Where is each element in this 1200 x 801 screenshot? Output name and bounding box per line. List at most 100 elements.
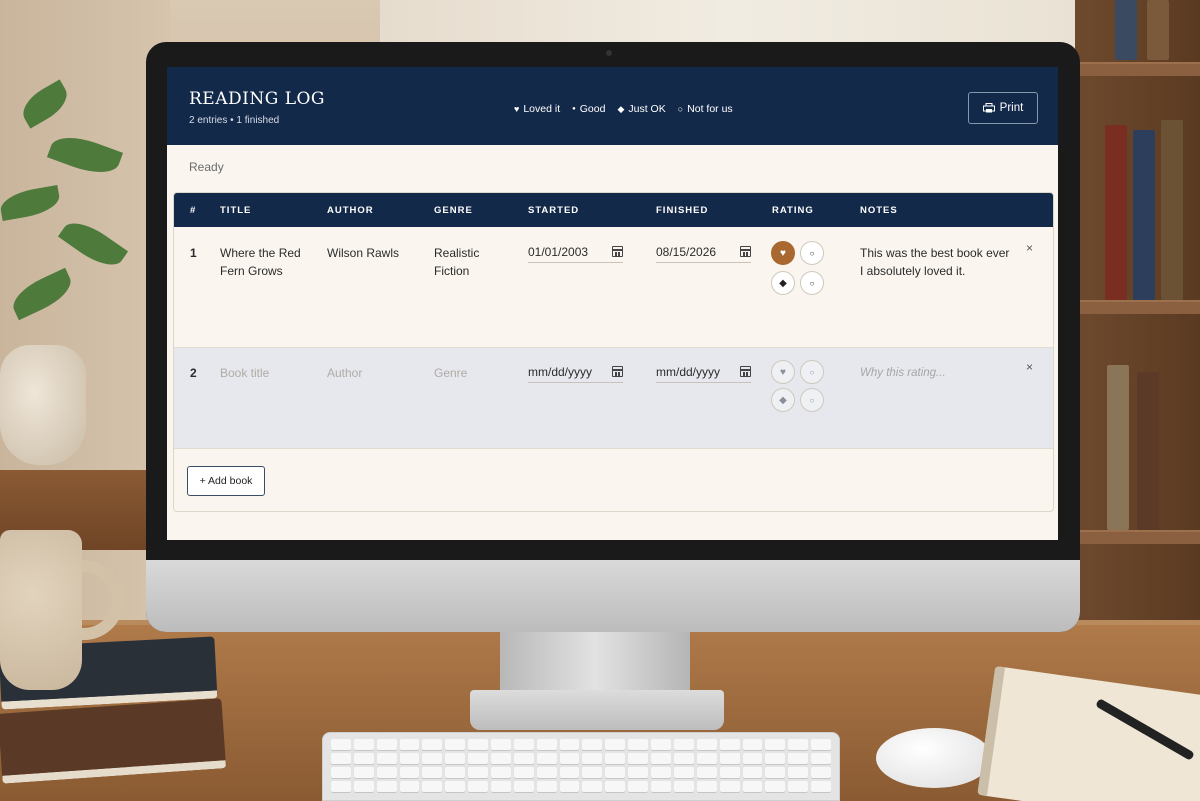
legend-item-loved: ♥ Loved it xyxy=(514,103,560,115)
keyboard-key xyxy=(513,767,534,778)
keyboard-key xyxy=(353,753,374,764)
keyboard-key xyxy=(513,753,534,764)
author-field[interactable]: Author xyxy=(327,364,362,382)
rating-not-for-us-button[interactable]: ○ xyxy=(800,388,824,412)
keyboard-key xyxy=(719,739,740,750)
keyboard-key xyxy=(445,767,466,778)
calendar-icon[interactable] xyxy=(612,366,623,377)
shelf-book xyxy=(1115,0,1137,60)
print-button[interactable]: Print xyxy=(968,92,1038,124)
diamond-icon: ◆ xyxy=(779,277,787,289)
keyboard-key xyxy=(582,781,603,792)
rating-not-for-us-button[interactable]: ○ xyxy=(800,271,824,295)
author-field[interactable]: Wilson Rawls xyxy=(327,244,427,262)
notes-field[interactable]: Why this rating... xyxy=(860,364,946,382)
keyboard-key xyxy=(651,753,671,764)
add-book-button[interactable]: + Add book xyxy=(187,466,265,496)
calendar-icon[interactable] xyxy=(740,246,751,257)
keyboard-key xyxy=(811,767,831,778)
finished-date-input[interactable]: 08/15/2026 xyxy=(656,241,751,263)
keyboard-key xyxy=(582,753,603,764)
rating-just-ok-button[interactable]: ◆ xyxy=(771,388,795,412)
keyboard-key xyxy=(559,739,580,750)
rating-loved-button[interactable]: ♥ xyxy=(771,241,795,265)
reading-table: # TITLE AUTHOR GENRE STARTED FINISHED RA… xyxy=(173,192,1054,512)
keyboard-key xyxy=(742,767,763,778)
keyboard-key xyxy=(536,767,557,778)
diamond-icon: ◆ xyxy=(617,103,625,114)
calendar-icon[interactable] xyxy=(612,246,623,257)
keyboard-key xyxy=(445,781,466,792)
title-field[interactable]: Where the Red Fern Grows xyxy=(220,244,315,280)
app-subtitle: 2 entries • 1 finished xyxy=(189,115,280,126)
keyboard-key xyxy=(353,739,374,750)
circle-icon: ○ xyxy=(809,367,815,377)
keyboard-key xyxy=(811,739,831,750)
keyboard-key xyxy=(673,739,694,750)
keyboard-key xyxy=(719,781,740,792)
keyboard-key xyxy=(742,781,763,792)
circle-icon: ○ xyxy=(809,395,815,405)
shelf-book xyxy=(1133,130,1155,300)
legend-item-just-ok: ◆ Just OK xyxy=(617,103,665,115)
table-row: 2 Book title Author Genre mm/dd/yyyy mm/… xyxy=(174,348,1053,449)
bookshelf xyxy=(1075,0,1200,620)
keyboard-key xyxy=(673,753,694,764)
keyboard-key xyxy=(673,767,694,778)
rating-just-ok-button[interactable]: ◆ xyxy=(771,271,795,295)
started-date-value: 01/01/2003 xyxy=(528,244,589,259)
keyboard-key xyxy=(468,753,489,764)
keyboard xyxy=(322,732,840,801)
finished-date-input[interactable]: mm/dd/yyyy xyxy=(656,361,751,383)
shelf-board xyxy=(1075,62,1200,76)
keyboard-key xyxy=(513,739,534,750)
keyboard-key xyxy=(422,767,443,778)
keyboard-key xyxy=(422,781,443,792)
keyboard-key xyxy=(353,781,374,792)
keyboard-key xyxy=(445,753,466,764)
legend-label: Just OK xyxy=(628,103,666,115)
remove-row-button[interactable]: × xyxy=(1026,241,1033,255)
webcam xyxy=(606,50,612,56)
column-header: FINISHED xyxy=(656,205,709,216)
remove-row-button[interactable]: × xyxy=(1026,360,1033,374)
keyboard-key xyxy=(376,753,397,764)
started-date-input[interactable]: mm/dd/yyyy xyxy=(528,361,623,383)
keyboard-key xyxy=(376,767,397,778)
mouse xyxy=(876,728,992,788)
column-header: # xyxy=(190,205,197,216)
app-header: READING LOG 2 entries • 1 finished ♥ Lov… xyxy=(167,67,1058,145)
title-field[interactable]: Book title xyxy=(220,364,269,382)
keyboard-key xyxy=(719,753,740,764)
keyboard-key xyxy=(605,767,626,778)
dot-icon: ● xyxy=(572,106,576,112)
legend-item-good: ● Good xyxy=(572,103,605,115)
rating-loved-button[interactable]: ♥ xyxy=(771,360,795,384)
rating-good-button[interactable]: ○ xyxy=(800,360,824,384)
keyboard-key xyxy=(788,753,809,764)
diamond-icon: ◆ xyxy=(779,394,787,406)
column-header: TITLE xyxy=(220,205,252,216)
keyboard-key xyxy=(399,781,420,792)
genre-field[interactable]: Genre xyxy=(434,364,467,382)
shelf-book xyxy=(1161,120,1183,300)
keyboard-key xyxy=(628,767,649,778)
rating-good-button[interactable]: ○ xyxy=(800,241,824,265)
keyboard-key xyxy=(765,767,786,778)
calendar-icon[interactable] xyxy=(740,366,751,377)
keyboard-key xyxy=(582,767,603,778)
keyboard-key xyxy=(559,781,580,792)
keyboard-key xyxy=(491,767,511,778)
keyboard-key xyxy=(331,739,351,750)
started-date-input[interactable]: 01/01/2003 xyxy=(528,241,623,263)
keyboard-key xyxy=(468,767,489,778)
genre-field[interactable]: Realistic Fiction xyxy=(434,244,514,280)
keyboard-key xyxy=(788,767,809,778)
keyboard-key xyxy=(651,781,671,792)
started-date-value: mm/dd/yyyy xyxy=(528,364,593,379)
notes-field[interactable]: This was the best book ever I absolutely… xyxy=(860,244,1015,280)
printer-icon xyxy=(982,103,995,113)
monitor-chin xyxy=(146,560,1080,632)
keyboard-key xyxy=(536,753,557,764)
keyboard-key xyxy=(696,739,717,750)
